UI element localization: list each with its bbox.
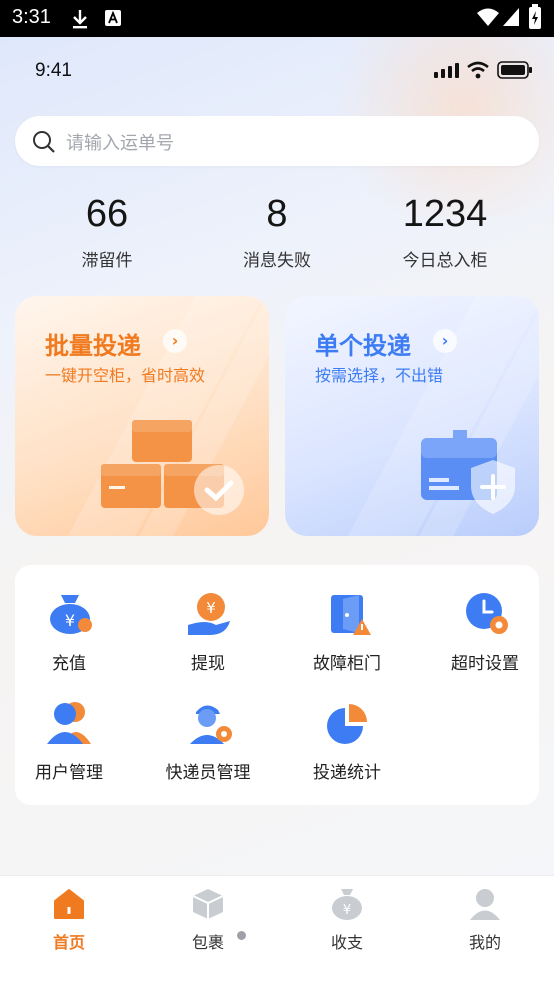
- notification-dot: [237, 931, 246, 940]
- batch-delivery-subtitle: 一键开空柜，省时高效: [45, 366, 206, 385]
- search-icon: [33, 131, 55, 153]
- timeout-settings-button[interactable]: 超时设置: [425, 591, 545, 674]
- stat-stranded-label: 滞留件: [81, 251, 133, 271]
- user-management-label: 用户管理: [35, 763, 103, 783]
- delivery-stats-label: 投递统计: [313, 763, 381, 783]
- tab-home[interactable]: 首页: [9, 887, 129, 957]
- stat-stranded-value[interactable]: 66: [17, 193, 197, 236]
- person-icon: [470, 889, 500, 920]
- box-shield-icon: [421, 430, 515, 514]
- download-icon: [73, 10, 87, 29]
- withdraw-label: 提现: [191, 654, 225, 674]
- tab-mine-label: 我的: [468, 933, 501, 952]
- battery-charging-icon: [529, 4, 541, 29]
- single-delivery-subtitle: 按需选择，不出错: [315, 366, 444, 385]
- fault-door-icon: [331, 595, 371, 635]
- svg-text:¥: ¥: [343, 903, 351, 918]
- phone-battery-icon: [497, 61, 532, 79]
- tab-packages-label: 包裹: [191, 933, 224, 952]
- courier-management-button[interactable]: 快递员管理: [148, 700, 268, 783]
- money-bag-icon: ¥: [50, 595, 92, 634]
- svg-text:¥: ¥: [206, 599, 216, 617]
- stat-message-failed-value[interactable]: 8: [187, 193, 367, 236]
- search-input[interactable]: 请输入运单号: [66, 129, 174, 155]
- recharge-label: 充值: [52, 654, 86, 674]
- signal-bars-icon: [434, 63, 459, 78]
- courier-management-label: 快递员管理: [165, 763, 251, 783]
- recharge-button[interactable]: ¥ 充值: [9, 591, 129, 674]
- phone-wifi-icon: [467, 61, 489, 79]
- tab-home-label: 首页: [52, 933, 85, 952]
- money-bag-icon: ¥: [332, 889, 362, 920]
- phone-time: 9:41: [35, 60, 72, 81]
- font-app-icon: [105, 10, 121, 26]
- delivery-stats-button[interactable]: 投递统计: [287, 700, 407, 783]
- batch-delivery-title: 批量投递: [45, 332, 141, 360]
- stat-today-in-value[interactable]: 1234: [355, 193, 535, 236]
- boxes-icon: [101, 420, 244, 515]
- stat-message-failed-label: 消息失败: [243, 251, 311, 271]
- withdraw-button[interactable]: ¥ 提现: [148, 591, 268, 674]
- users-icon: [47, 702, 91, 744]
- coin-hand-icon: ¥: [188, 593, 230, 635]
- tab-mine[interactable]: 我的: [425, 887, 545, 957]
- clock-gear-icon: [466, 593, 508, 634]
- svg-text:¥: ¥: [65, 611, 75, 630]
- batch-delivery-card[interactable]: 批量投递 › 一键开空柜，省时高效: [15, 296, 269, 536]
- box-icon: [192, 889, 224, 919]
- user-management-button[interactable]: 用户管理: [9, 700, 129, 783]
- system-time: 3:31: [12, 6, 51, 28]
- fault-door-label: 故障柜门: [313, 654, 381, 674]
- courier-icon: [190, 705, 232, 744]
- pie-chart-icon: [327, 704, 367, 744]
- tab-packages[interactable]: 包裹: [148, 887, 268, 957]
- timeout-settings-label: 超时设置: [451, 654, 519, 674]
- cell-signal-icon: [503, 8, 519, 26]
- tab-finance-label: 收支: [330, 933, 363, 952]
- tab-finance[interactable]: ¥ 收支: [287, 887, 407, 957]
- fault-door-button[interactable]: 故障柜门: [287, 591, 407, 674]
- single-delivery-title: 单个投递: [315, 332, 411, 360]
- chevron-right-icon: ›: [163, 329, 187, 353]
- stat-today-in-label: 今日总入柜: [402, 251, 488, 271]
- single-delivery-card[interactable]: 单个投递 › 按需选择，不出错: [285, 296, 539, 536]
- home-icon: [54, 889, 84, 919]
- chevron-right-icon: ›: [433, 329, 457, 353]
- wifi-icon: [477, 8, 499, 26]
